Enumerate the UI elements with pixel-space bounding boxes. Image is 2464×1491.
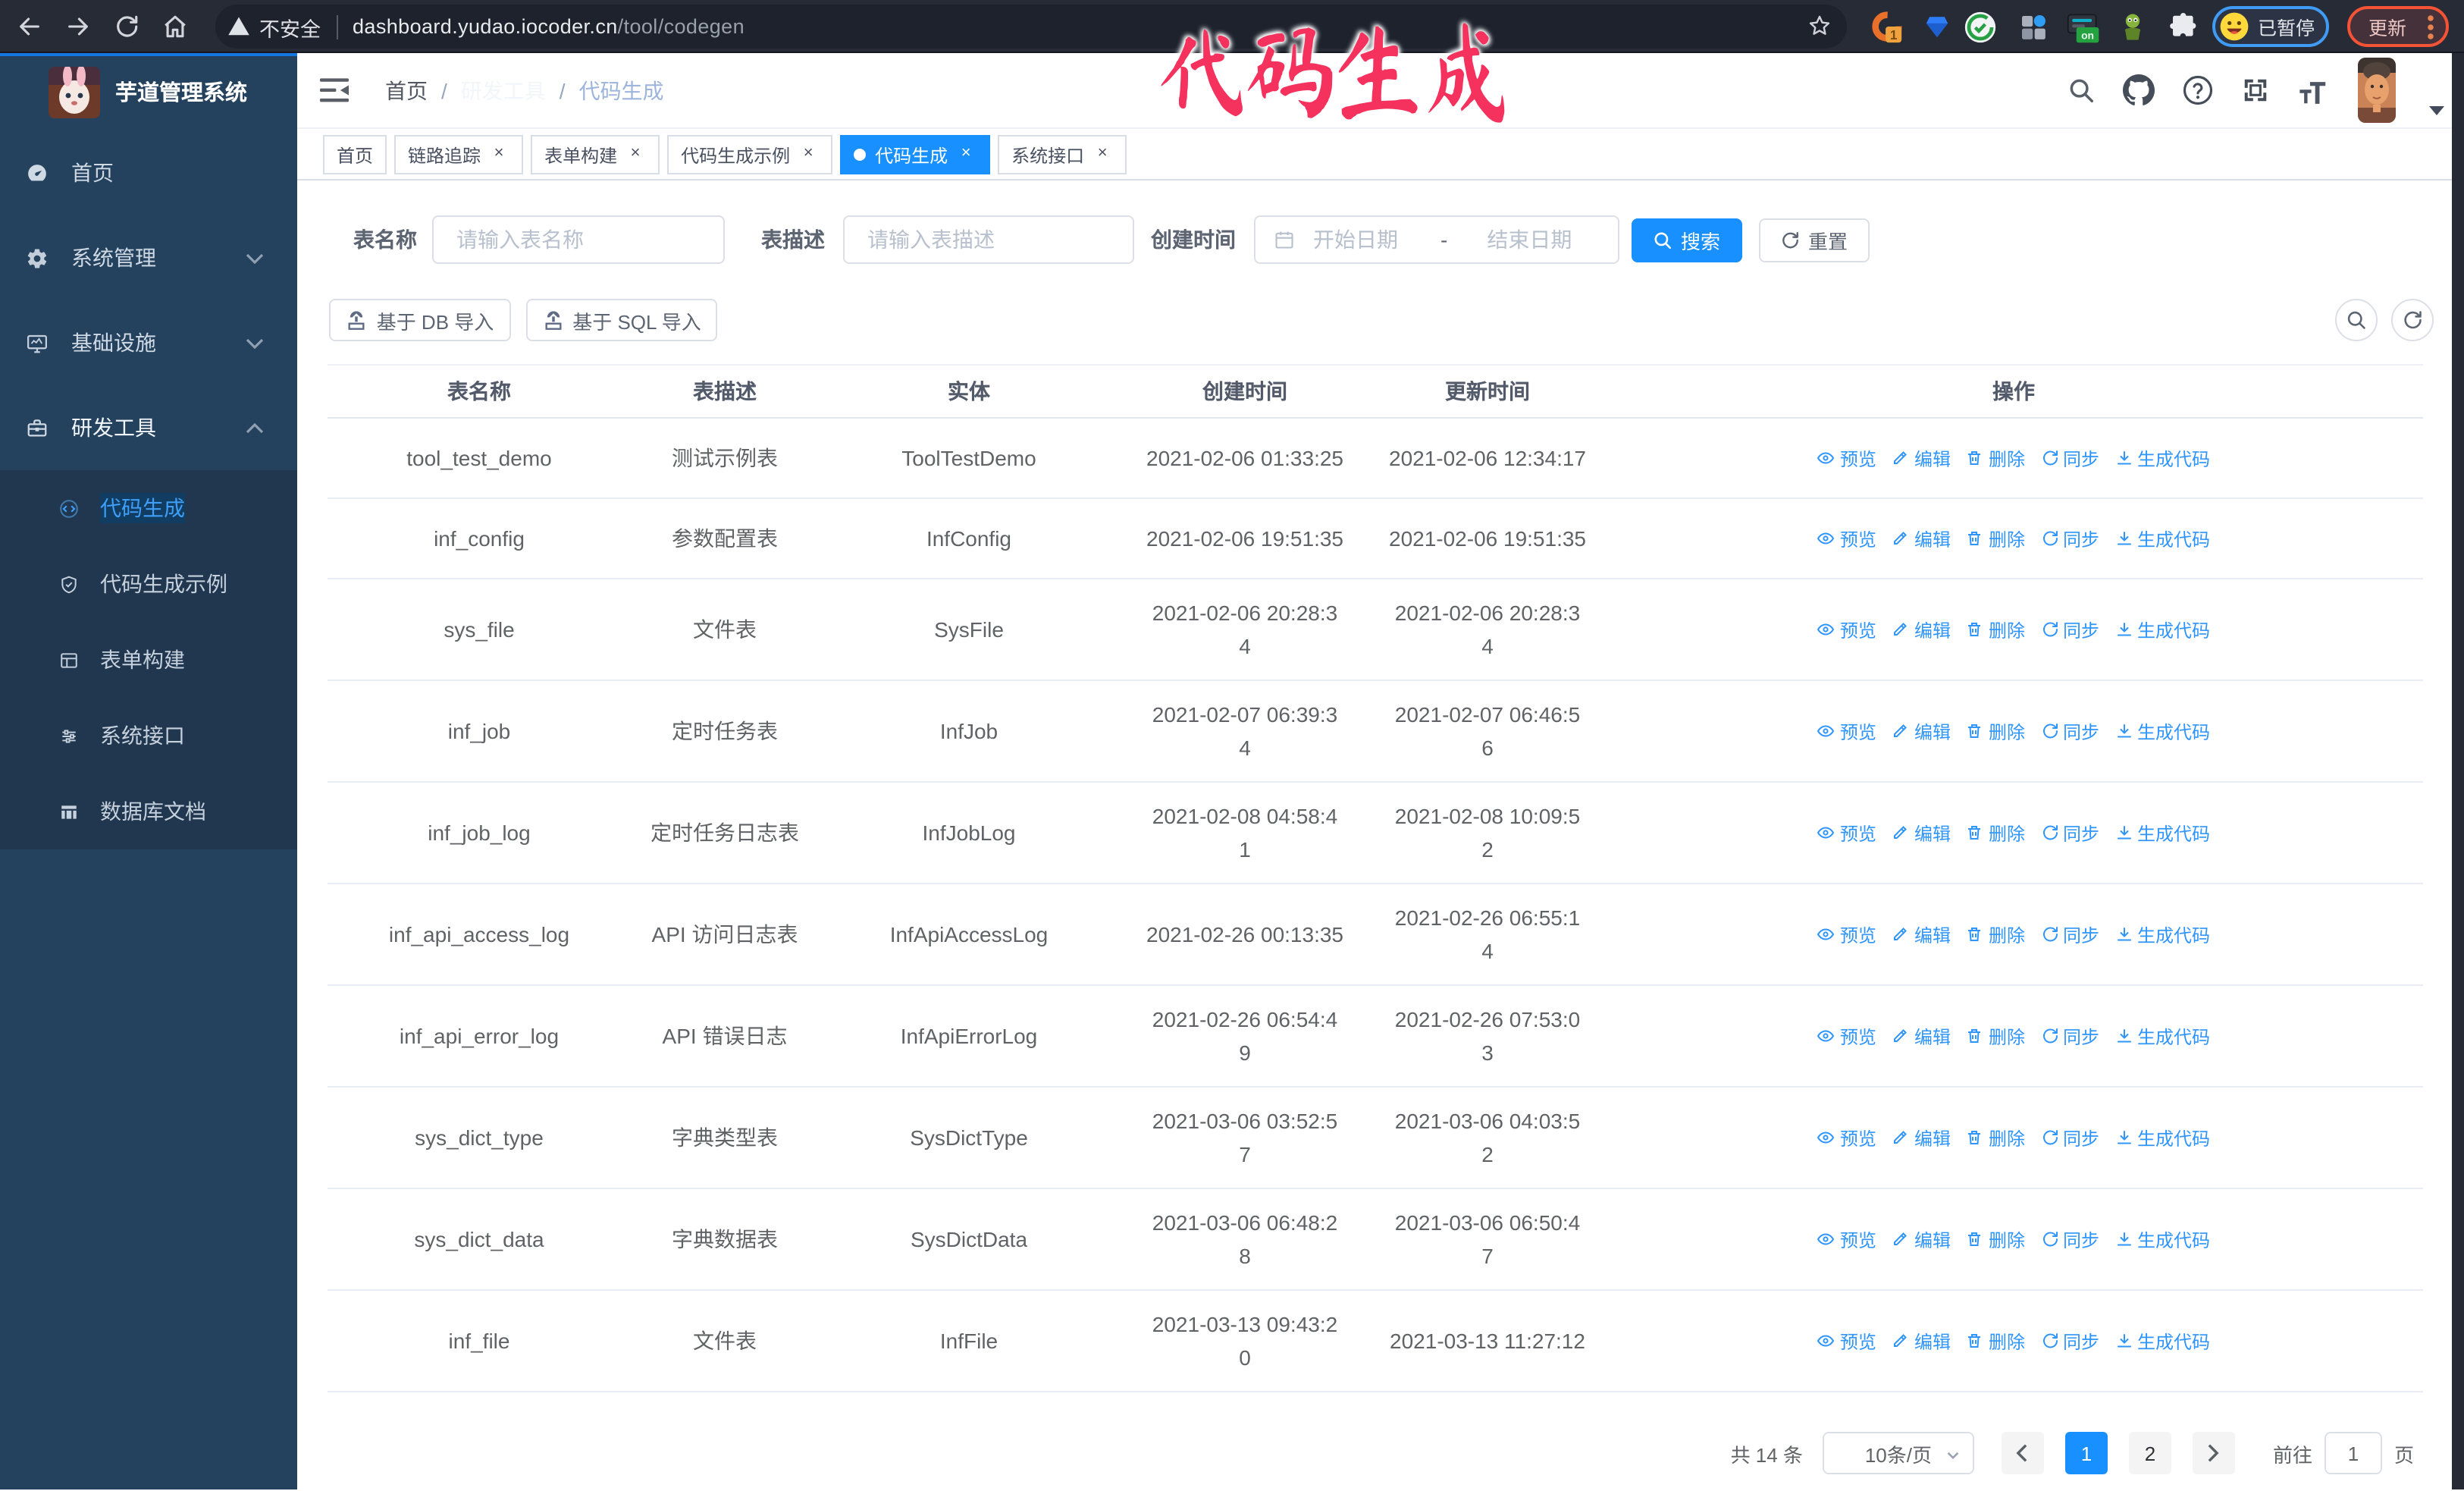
- svg-text:on: on: [2081, 29, 2094, 41]
- svg-text:1: 1: [1890, 27, 1898, 42]
